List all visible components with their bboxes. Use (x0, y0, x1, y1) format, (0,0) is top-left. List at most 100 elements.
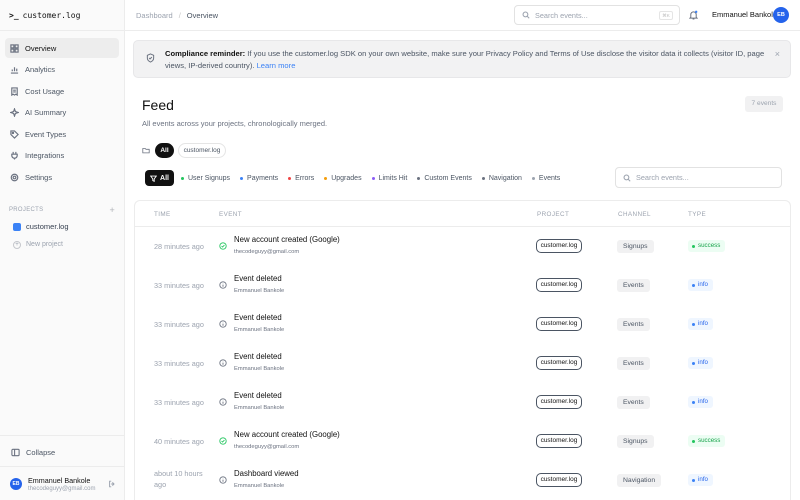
sidebar-item-analytics[interactable]: Analytics (5, 60, 119, 80)
sidebar-item-label: Integrations (25, 151, 65, 161)
filter-label: User Signups (188, 174, 231, 182)
search-icon (522, 11, 530, 19)
filter-label: Limits Hit (378, 174, 408, 182)
filter-errors[interactable]: Errors (288, 175, 314, 182)
sidebar-user[interactable]: EB Emmanuel Bankole thecodeguyy@gmail.co… (0, 466, 124, 500)
sidebar-collapse-icon (11, 448, 20, 456)
breadcrumb: Dashboard / Overview (125, 11, 218, 20)
table-row[interactable]: about 10 hours ago Dashboard viewed Emmanu… (135, 461, 790, 500)
status-label: info (698, 281, 708, 288)
project-badge: customer.log (536, 239, 582, 253)
filter-label: Navigation (488, 174, 522, 182)
global-search-placeholder: Search events... (535, 10, 588, 20)
projects-heading: PROJECTS + (9, 205, 115, 215)
filter-user-signups[interactable]: User Signups (181, 175, 230, 182)
filter-events[interactable]: Events (531, 175, 560, 182)
status-dot (240, 176, 244, 180)
sidebar-item-integrations[interactable]: Integrations (5, 146, 119, 166)
status-label: info (698, 476, 708, 483)
breadcrumb-separator: / (178, 10, 181, 20)
plus-circle-icon: + (13, 240, 21, 249)
status-label: success (698, 242, 721, 249)
status-dot (481, 176, 485, 180)
status-dot (692, 361, 695, 365)
channel-badge: Signups (617, 435, 654, 448)
sidebar-item-settings[interactable]: Settings (5, 168, 119, 188)
sidebar-item-event-types[interactable]: Event Types (5, 124, 119, 144)
banner-text: Compliance reminder: If you use the cust… (165, 48, 770, 72)
status-dot (371, 176, 375, 180)
filter-label: Errors (295, 174, 315, 182)
status-badge: info (688, 396, 713, 408)
global-search-input[interactable]: Search events... ⌘K (514, 5, 680, 25)
check-circle-icon (219, 242, 227, 250)
table-header: TIME EVENT PROJECT CHANNEL TYPE (135, 201, 790, 227)
table-row[interactable]: 40 minutes ago New account created (Googl… (135, 422, 790, 461)
column-type: TYPE (688, 211, 707, 218)
sidebar-item-ai-summary[interactable]: AI Summary (5, 103, 119, 123)
sidebar-nav: Overview Analytics Cost Usage AI Summary… (0, 31, 124, 188)
user-name: Emmanuel Bankole (28, 475, 91, 485)
avatar: EB (10, 477, 22, 490)
filter-custom-events[interactable]: Custom Events (417, 175, 472, 182)
learn-more-link[interactable]: Learn more (257, 61, 296, 70)
column-project: PROJECT (537, 211, 570, 218)
brand-name: customer.log (22, 10, 81, 20)
collapse-button[interactable]: Collapse (0, 442, 124, 462)
gear-icon (10, 173, 19, 182)
plug-icon (11, 152, 18, 161)
tag-icon (10, 130, 19, 139)
grid-icon (10, 43, 19, 53)
brand[interactable]: >_ customer.log (0, 0, 124, 31)
event-time: 33 minutes ago (154, 281, 204, 290)
table-row[interactable]: 33 minutes ago Event deleted Emmanuel Bank… (135, 305, 790, 344)
filter-navigation[interactable]: Navigation (481, 174, 522, 182)
filter-icon (150, 175, 158, 182)
table-row[interactable]: 33 minutes ago Event deleted Emmanuel Bank… (135, 383, 790, 422)
events-search-input[interactable]: Search events... (615, 167, 782, 188)
topbar-user-name[interactable]: Emmanuel Bankole (712, 10, 777, 19)
filter-limits-hit[interactable]: Limits Hit (371, 174, 408, 182)
table-row[interactable]: 33 minutes ago Event deleted Emmanuel Bank… (135, 266, 790, 305)
status-dot (692, 244, 695, 248)
column-event: EVENT (219, 211, 242, 218)
event-title: Event deleted (234, 352, 282, 361)
avatar[interactable]: EB (773, 7, 789, 23)
breadcrumb-dashboard[interactable]: Dashboard (136, 11, 173, 20)
channel-badge: Events (617, 357, 650, 370)
user-email: thecodeguyy@gmail.com (28, 485, 96, 492)
event-subtitle: Emmanuel Bankole (234, 483, 285, 489)
check-circle-icon (219, 437, 227, 445)
event-subtitle: thecodeguyy@gmail.com (234, 444, 300, 450)
sidebar-project-customer-log[interactable]: customer.log (0, 218, 124, 236)
sidebar-item-label: Settings (25, 173, 53, 183)
filter-label: Upgrades (331, 174, 362, 182)
filter-payments[interactable]: Payments (240, 175, 278, 182)
sidebar: >_ customer.log Overview Analytics Cost … (0, 0, 125, 500)
table-row[interactable]: 28 minutes ago New account created (Googl… (135, 227, 790, 266)
banner-body: If you use the customer.log SDK on your … (165, 49, 765, 70)
status-badge: info (688, 279, 713, 291)
compliance-banner: Compliance reminder: If you use the cust… (133, 40, 791, 78)
sidebar-item-overview[interactable]: Overview (5, 38, 119, 58)
status-dot (692, 439, 695, 443)
filter-all-button[interactable]: All (145, 170, 174, 186)
close-icon[interactable]: × (775, 49, 780, 59)
sidebar-footer: Collapse EB Emmanuel Bankole thecodeguyy… (0, 435, 124, 500)
status-badge: info (688, 318, 713, 330)
status-dot (692, 283, 695, 287)
sidebar-item-cost-usage[interactable]: Cost Usage (5, 81, 119, 101)
filter-upgrades[interactable]: Upgrades (324, 174, 362, 182)
project-filter-customer-log[interactable]: customer.log (178, 143, 226, 158)
logout-icon[interactable] (108, 480, 116, 488)
new-project-button[interactable]: + New project (0, 236, 124, 254)
info-circle-icon (219, 398, 227, 406)
project-filter-all[interactable]: All (155, 143, 174, 158)
status-badge: info (688, 357, 713, 369)
project-badge: customer.log (536, 278, 582, 292)
sidebar-item-label: Analytics (25, 65, 56, 75)
table-row[interactable]: 33 minutes ago Event deleted Emmanuel Bank… (135, 344, 790, 383)
bell-icon[interactable] (689, 10, 698, 20)
add-project-icon[interactable]: + (109, 205, 115, 215)
events-table: TIME EVENT PROJECT CHANNEL TYPE 28 minut… (134, 200, 791, 500)
